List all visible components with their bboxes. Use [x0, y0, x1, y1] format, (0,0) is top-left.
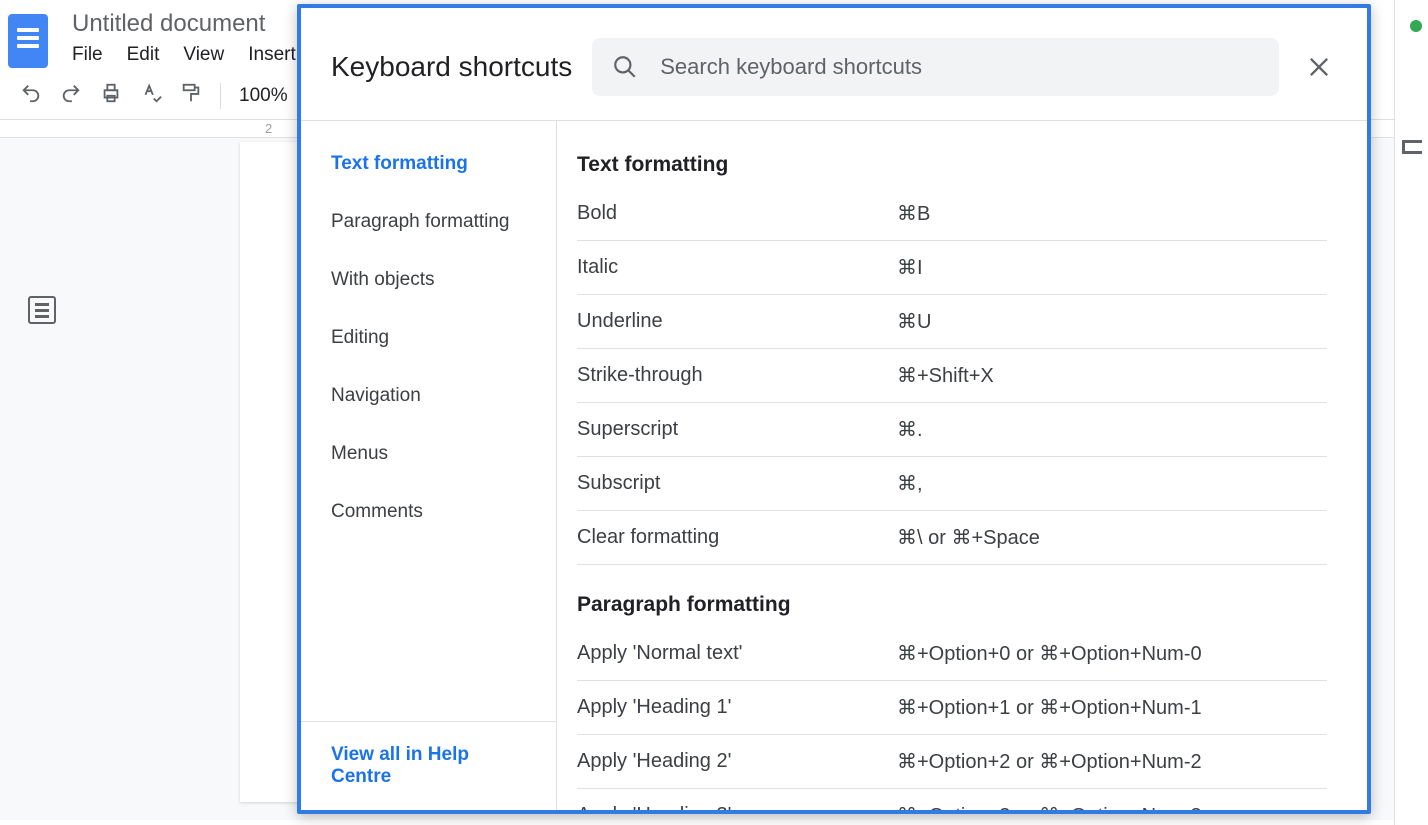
close-button[interactable] — [1299, 47, 1339, 87]
shortcut-keys: ⌘+Option+3 or ⌘+Option+Num-3 — [897, 803, 1327, 810]
undo-icon[interactable] — [20, 82, 42, 109]
shortcut-label: Underline — [577, 310, 897, 333]
shortcut-label: Bold — [577, 202, 897, 225]
search-icon — [612, 54, 638, 80]
close-icon — [1305, 53, 1333, 81]
category-with-objects[interactable]: With objects — [301, 251, 556, 309]
shortcut-row: Underline⌘U — [577, 295, 1327, 349]
right-side-panel — [1394, 0, 1428, 825]
section-title: Text formatting — [577, 153, 1327, 177]
shortcut-row: Apply 'Heading 1'⌘+Option+1 or ⌘+Option+… — [577, 681, 1327, 735]
paint-format-icon[interactable] — [180, 82, 202, 109]
calendar-icon[interactable] — [1410, 20, 1422, 32]
spellcheck-icon[interactable] — [140, 82, 162, 109]
toolbar-separator — [220, 83, 221, 109]
section-title: Paragraph formatting — [577, 593, 1327, 617]
shortcut-row: Clear formatting⌘\ or ⌘+Space — [577, 511, 1327, 565]
dialog-body: Text formattingParagraph formattingWith … — [301, 120, 1367, 810]
shortcut-keys: ⌘U — [897, 309, 1327, 334]
category-text-formatting[interactable]: Text formatting — [301, 135, 556, 193]
category-navigation[interactable]: Navigation — [301, 367, 556, 425]
shortcut-label: Strike-through — [577, 364, 897, 387]
print-icon[interactable] — [100, 82, 122, 109]
search-input[interactable] — [660, 54, 1259, 80]
dialog-header: Keyboard shortcuts — [301, 8, 1367, 120]
shortcut-label: Apply 'Normal text' — [577, 642, 897, 665]
category-comments[interactable]: Comments — [301, 483, 556, 541]
menu-bar: File Edit View Insert — [72, 44, 296, 66]
shortcut-keys: ⌘+Option+0 or ⌘+Option+Num-0 — [897, 641, 1327, 666]
keyboard-shortcuts-dialog: Keyboard shortcuts Text formattingParagr… — [297, 4, 1371, 814]
category-paragraph-formatting[interactable]: Paragraph formatting — [301, 193, 556, 251]
shortcut-keys: ⌘\ or ⌘+Space — [897, 525, 1327, 550]
shortcut-label: Apply 'Heading 1' — [577, 696, 897, 719]
category-menus[interactable]: Menus — [301, 425, 556, 483]
menu-insert[interactable]: Insert — [248, 44, 296, 66]
zoom-value: 100% — [239, 85, 288, 107]
ruler-tick: 2 — [265, 121, 272, 136]
search-field-wrap[interactable] — [592, 38, 1279, 96]
shortcuts-content[interactable]: Text formattingBold⌘BItalic⌘IUnderline⌘U… — [557, 121, 1367, 810]
shortcut-row: Bold⌘B — [577, 187, 1327, 241]
shortcut-row: Apply 'Heading 2'⌘+Option+2 or ⌘+Option+… — [577, 735, 1327, 789]
shortcut-keys: ⌘B — [897, 201, 1327, 226]
shortcut-label: Clear formatting — [577, 526, 897, 549]
shortcut-label: Italic — [577, 256, 897, 279]
shortcut-row: Superscript⌘. — [577, 403, 1327, 457]
shortcut-keys: ⌘. — [897, 417, 1327, 442]
menu-view[interactable]: View — [183, 44, 224, 66]
outline-toggle-icon[interactable] — [28, 296, 56, 324]
shortcut-keys: ⌘, — [897, 471, 1327, 496]
section-paragraph-formatting: Paragraph formattingApply 'Normal text'⌘… — [577, 593, 1327, 810]
shortcut-label: Apply 'Heading 3' — [577, 804, 897, 810]
shortcut-label: Apply 'Heading 2' — [577, 750, 897, 773]
decrease-indent-icon[interactable] — [1402, 140, 1422, 154]
shortcut-keys: ⌘I — [897, 255, 1327, 280]
redo-icon[interactable] — [60, 82, 82, 109]
section-text-formatting: Text formattingBold⌘BItalic⌘IUnderline⌘U… — [577, 153, 1327, 565]
menu-edit[interactable]: Edit — [127, 44, 160, 66]
shortcut-row: Italic⌘I — [577, 241, 1327, 295]
help-centre-link[interactable]: View all in Help Centre — [301, 721, 556, 810]
shortcut-keys: ⌘+Option+2 or ⌘+Option+Num-2 — [897, 749, 1327, 774]
shortcut-keys: ⌘+Shift+X — [897, 363, 1327, 388]
category-editing[interactable]: Editing — [301, 309, 556, 367]
dialog-title: Keyboard shortcuts — [331, 51, 572, 83]
shortcut-label: Subscript — [577, 472, 897, 495]
menu-file[interactable]: File — [72, 44, 103, 66]
shortcut-row: Apply 'Heading 3'⌘+Option+3 or ⌘+Option+… — [577, 789, 1327, 810]
document-title[interactable]: Untitled document — [72, 10, 296, 38]
shortcut-row: Subscript⌘, — [577, 457, 1327, 511]
shortcut-row: Apply 'Normal text'⌘+Option+0 or ⌘+Optio… — [577, 627, 1327, 681]
shortcut-label: Superscript — [577, 418, 897, 441]
docs-logo[interactable] — [8, 14, 48, 68]
shortcut-keys: ⌘+Option+1 or ⌘+Option+Num-1 — [897, 695, 1327, 720]
shortcut-row: Strike-through⌘+Shift+X — [577, 349, 1327, 403]
category-sidebar: Text formattingParagraph formattingWith … — [301, 121, 557, 810]
